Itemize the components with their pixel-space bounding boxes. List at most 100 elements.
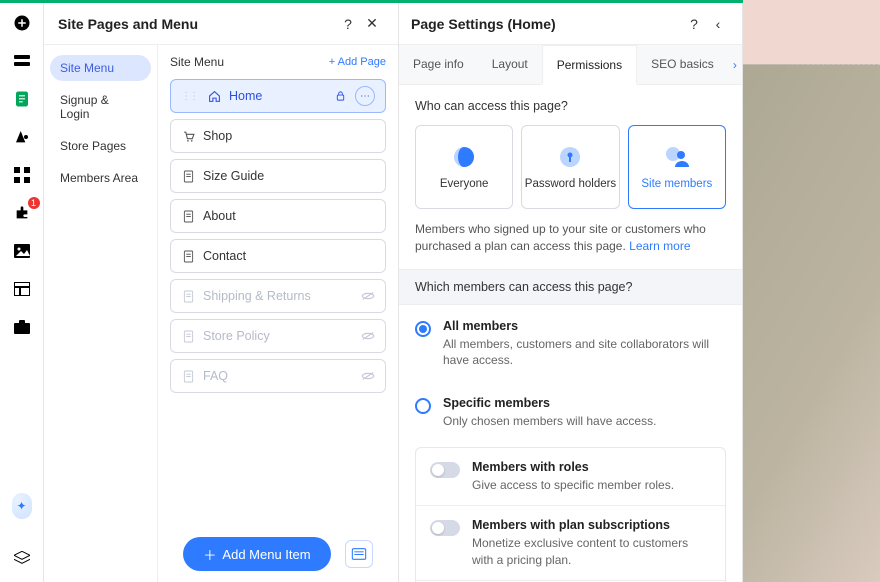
radio-title: Specific members	[443, 396, 656, 410]
help-icon[interactable]: ?	[682, 12, 706, 36]
page-icon	[181, 209, 195, 223]
menu-settings-icon[interactable]	[345, 540, 373, 568]
menu-item-shop[interactable]: Shop	[170, 119, 386, 153]
toggle-title: Members with plan subscriptions	[472, 518, 711, 532]
menu-item-label: Store Policy	[203, 329, 270, 343]
menu-item-shipping[interactable]: Shipping & Returns	[170, 279, 386, 313]
more-icon[interactable]: ⋯	[355, 86, 375, 106]
pages-icon[interactable]	[12, 89, 32, 109]
business-icon[interactable]	[12, 317, 32, 337]
card-label: Password holders	[525, 178, 616, 190]
tab-page-info[interactable]: Page info	[399, 45, 478, 84]
lock-icon	[557, 144, 583, 170]
cart-icon	[181, 129, 195, 143]
layout-icon[interactable]	[12, 279, 32, 299]
radio-icon[interactable]	[415, 398, 431, 414]
page-settings-panel: Page Settings (Home) ? ‹ Page info Layou…	[399, 3, 743, 582]
menu-section-title: Site Menu	[170, 55, 329, 69]
plugins-icon[interactable]	[12, 203, 32, 223]
help-icon[interactable]: ?	[336, 12, 360, 36]
hidden-icon	[361, 329, 375, 343]
page-icon	[181, 369, 195, 383]
menu-item-size-guide[interactable]: Size Guide	[170, 159, 386, 193]
add-menu-item-button[interactable]: ＋ Add Menu Item	[183, 537, 330, 571]
nav-store-pages[interactable]: Store Pages	[50, 133, 151, 159]
pages-panel-title: Site Pages and Menu	[58, 16, 336, 32]
menu-item-contact[interactable]: Contact	[170, 239, 386, 273]
card-label: Site members	[641, 178, 712, 190]
page-icon	[181, 289, 195, 303]
toggle-title: Members with roles	[472, 460, 674, 474]
nav-members-area[interactable]: Members Area	[50, 165, 151, 191]
tool-rail: ✦	[0, 3, 44, 582]
access-password[interactable]: Password holders	[521, 125, 619, 209]
hidden-icon	[361, 289, 375, 303]
pages-nav: Site Menu Signup & Login Store Pages Mem…	[44, 45, 158, 582]
menu-item-home[interactable]: ⋮⋮ Home ⋯	[170, 79, 386, 113]
toggle-roles[interactable]: Members with roles Give access to specif…	[416, 448, 725, 506]
switch-icon[interactable]	[430, 520, 460, 536]
nav-signup-login[interactable]: Signup & Login	[50, 87, 151, 127]
add-page-link[interactable]: + Add Page	[329, 56, 386, 68]
switch-icon[interactable]	[430, 462, 460, 478]
menu-item-policy[interactable]: Store Policy	[170, 319, 386, 353]
radio-desc: All members, customers and site collabor…	[443, 336, 726, 368]
access-everyone[interactable]: Everyone	[415, 125, 513, 209]
settings-tabs: Page info Layout Permissions SEO basics …	[399, 45, 742, 85]
tabs-scroll-right-icon[interactable]: ›	[728, 45, 742, 84]
menu-item-about[interactable]: About	[170, 199, 386, 233]
member-icon	[664, 144, 690, 170]
globe-icon	[451, 144, 477, 170]
radio-title: All members	[443, 319, 726, 333]
page-icon	[181, 329, 195, 343]
radio-all-members[interactable]: All members All members, customers and s…	[399, 305, 742, 382]
media-icon[interactable]	[12, 241, 32, 261]
access-members[interactable]: Site members	[628, 125, 726, 209]
toggle-desc: Give access to specific member roles.	[472, 477, 674, 493]
radio-specific-members[interactable]: Specific members Only chosen members wil…	[399, 382, 742, 443]
tab-seo[interactable]: SEO basics	[637, 45, 728, 84]
tab-permissions[interactable]: Permissions	[542, 45, 637, 85]
menu-item-label: Home	[229, 89, 262, 103]
add-icon[interactable]	[12, 13, 32, 33]
menu-item-label: Shipping & Returns	[203, 289, 311, 303]
nav-site-menu[interactable]: Site Menu	[50, 55, 151, 81]
settings-body: Who can access this page? Everyone Passw…	[399, 85, 742, 582]
learn-more-link[interactable]: Learn more	[629, 239, 690, 253]
apps-icon[interactable]	[12, 165, 32, 185]
tab-layout[interactable]: Layout	[478, 45, 542, 84]
home-icon	[207, 89, 221, 103]
menu-item-label: Contact	[203, 249, 246, 263]
design-icon[interactable]	[12, 127, 32, 147]
back-icon[interactable]: ‹	[706, 12, 730, 36]
page-icon	[181, 249, 195, 263]
menu-item-label: Size Guide	[203, 169, 264, 183]
pages-panel-header: Site Pages and Menu ? ✕	[44, 3, 398, 45]
members-heading: Which members can access this page?	[399, 269, 742, 305]
settings-title: Page Settings (Home)	[411, 16, 682, 32]
lock-icon	[333, 89, 347, 103]
canvas-preview	[743, 0, 880, 582]
close-icon[interactable]: ✕	[360, 12, 384, 36]
menu-item-faq[interactable]: FAQ	[170, 359, 386, 393]
hidden-icon	[361, 369, 375, 383]
radio-icon[interactable]	[415, 321, 431, 337]
access-description: Members who signed up to your site or cu…	[415, 221, 726, 255]
page-icon	[181, 169, 195, 183]
layers-icon[interactable]	[12, 548, 32, 568]
drag-handle-icon[interactable]: ⋮⋮	[181, 91, 197, 102]
plus-icon: ＋	[203, 545, 216, 564]
pages-panel: Site Pages and Menu ? ✕ Site Menu Signup…	[44, 3, 399, 582]
radio-desc: Only chosen members will have access.	[443, 413, 656, 429]
menu-list: ⋮⋮ Home ⋯ Shop Size Guide Abou	[170, 79, 386, 393]
menu-item-label: FAQ	[203, 369, 228, 383]
member-filters: Members with roles Give access to specif…	[415, 447, 726, 582]
toggle-subscriptions[interactable]: Members with plan subscriptions Monetize…	[416, 506, 725, 580]
toggle-desc: Monetize exclusive content to customers …	[472, 535, 711, 567]
ai-icon[interactable]: ✦	[12, 496, 32, 516]
settings-header: Page Settings (Home) ? ‹	[399, 3, 742, 45]
add-menu-item-label: Add Menu Item	[222, 547, 310, 562]
access-question: Who can access this page?	[415, 99, 726, 113]
card-label: Everyone	[440, 178, 489, 190]
stack-icon[interactable]	[12, 51, 32, 71]
